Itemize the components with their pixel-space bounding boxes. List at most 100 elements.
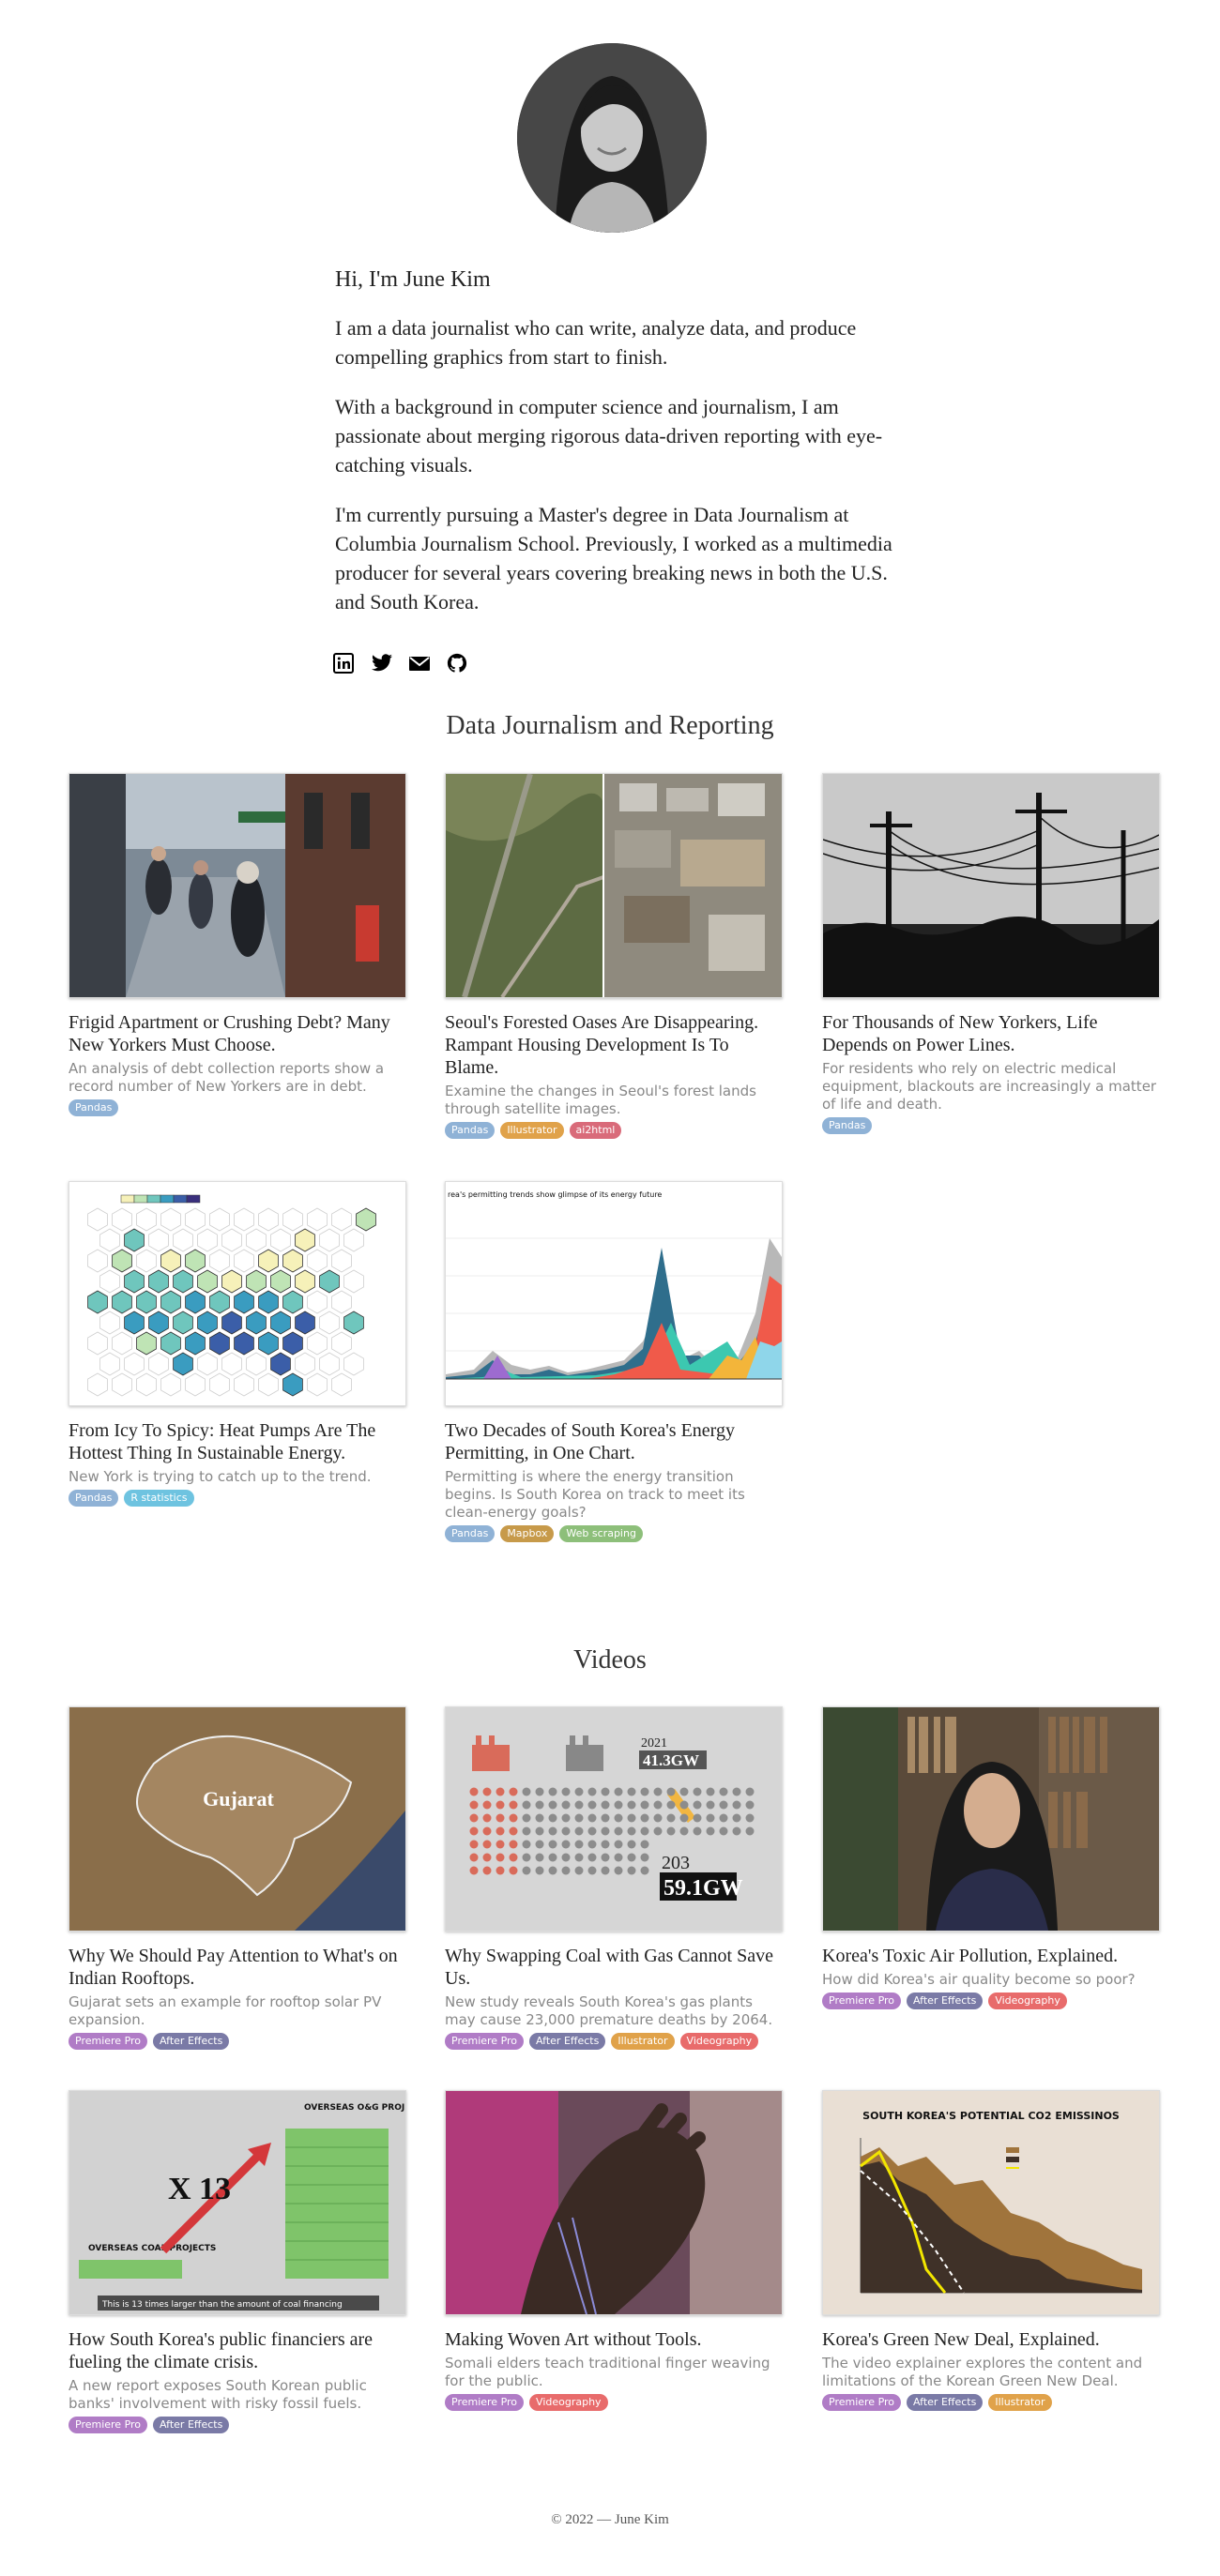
- dot-marker: [548, 1800, 557, 1810]
- video-description: Gujarat sets an example for rooftop sola…: [69, 1993, 382, 2028]
- dot-marker: [614, 1853, 623, 1862]
- dot-marker: [601, 1840, 610, 1849]
- dot-marker: [469, 1813, 479, 1823]
- video-card[interactable]: Making Woven Art without Tools. Somali e…: [445, 2090, 783, 2411]
- tag-list: Premiere Pro After Effects Videography: [822, 1993, 1160, 2009]
- dot-marker: [482, 1813, 492, 1823]
- project-title[interactable]: For Thousands of New Yorkers, Life Depen…: [822, 1011, 1160, 1056]
- video-title[interactable]: Korea's Toxic Air Pollution, Explained.: [822, 1945, 1160, 1967]
- video-title[interactable]: Making Woven Art without Tools.: [445, 2328, 783, 2351]
- video-thumbnail[interactable]: [822, 1706, 1160, 1932]
- dot-marker: [627, 1813, 636, 1823]
- video-title[interactable]: Why Swapping Coal with Gas Cannot Save U…: [445, 1945, 783, 1990]
- video-thumbnail[interactable]: Gujarat: [69, 1706, 406, 1932]
- dot-marker: [469, 1853, 479, 1862]
- linkedin-icon[interactable]: [333, 653, 356, 675]
- dot-marker: [509, 1826, 518, 1836]
- dot-marker: [561, 1813, 571, 1823]
- dot-marker: [679, 1826, 689, 1836]
- video-thumbnail[interactable]: OVERSEAS O&G PROJECTS OVERSEAS COAL PROJ…: [69, 2090, 406, 2315]
- project-title[interactable]: Two Decades of South Korea's Energy Perm…: [445, 1419, 783, 1464]
- dot-marker: [706, 1800, 715, 1810]
- project-thumbnail[interactable]: [69, 1181, 406, 1406]
- thumb-map-label: Gujarat: [203, 1787, 274, 1811]
- dot-marker: [640, 1787, 649, 1796]
- project-card[interactable]: rea's permitting trends show glimpse of …: [445, 1181, 783, 1542]
- video-card[interactable]: 2021 41.3GW 203 59.1GW Why Swapping Coal…: [445, 1706, 783, 2050]
- tag-badge: Premiere Pro: [822, 2394, 902, 2411]
- dot-marker: [627, 1826, 636, 1836]
- tag-badge: R statistics: [124, 1490, 194, 1507]
- video-title[interactable]: How South Korea's public financiers are …: [69, 2328, 406, 2373]
- project-card[interactable]: Frigid Apartment or Crushing Debt? Many …: [69, 773, 406, 1116]
- greeting: Hi, I'm June Kim: [335, 267, 491, 292]
- video-title[interactable]: Korea's Green New Deal, Explained.: [822, 2328, 1160, 2351]
- dot-marker: [745, 1826, 755, 1836]
- dot-marker: [693, 1826, 702, 1836]
- twitter-icon[interactable]: [371, 653, 393, 675]
- dot-marker: [614, 1800, 623, 1810]
- dot-marker: [627, 1787, 636, 1796]
- video-thumbnail[interactable]: SOUTH KOREA'S POTENTIAL CO2 EMISSINOS: [822, 2090, 1160, 2315]
- dot-marker: [522, 1813, 531, 1823]
- dot-marker: [482, 1840, 492, 1849]
- dot-marker: [496, 1826, 505, 1836]
- project-thumbnail[interactable]: [69, 773, 406, 998]
- tag-badge: After Effects: [529, 2033, 606, 2050]
- dot-marker: [509, 1800, 518, 1810]
- video-thumbnail[interactable]: 2021 41.3GW 203 59.1GW: [445, 1706, 783, 1932]
- dot-marker: [548, 1826, 557, 1836]
- video-thumbnail[interactable]: [445, 2090, 783, 2315]
- dot-marker: [509, 1853, 518, 1862]
- tag-list: Pandas: [822, 1117, 1160, 1134]
- project-title[interactable]: Frigid Apartment or Crushing Debt? Many …: [69, 1011, 406, 1056]
- dot-marker: [509, 1787, 518, 1796]
- project-thumbnail[interactable]: [822, 773, 1160, 998]
- video-card[interactable]: Gujarat Why We Should Pay Attention to W…: [69, 1706, 406, 2050]
- video-description: New study reveals South Korea's gas plan…: [445, 1993, 773, 2028]
- dot-marker: [640, 1826, 649, 1836]
- dot-marker: [693, 1813, 702, 1823]
- project-thumbnail[interactable]: rea's permitting trends show glimpse of …: [445, 1181, 783, 1406]
- dot-marker: [745, 1800, 755, 1810]
- project-description: An analysis of debt collection reports s…: [69, 1060, 385, 1095]
- dot-marker: [640, 1800, 649, 1810]
- video-card[interactable]: SOUTH KOREA'S POTENTIAL CO2 EMISSINOS Ko…: [822, 2090, 1160, 2411]
- github-icon[interactable]: [446, 653, 468, 675]
- intro-paragraph: With a background in computer science an…: [335, 395, 883, 477]
- dot-marker: [535, 1826, 544, 1836]
- dot-marker: [653, 1787, 663, 1796]
- project-thumbnail[interactable]: [445, 773, 783, 998]
- tag-badge: Premiere Pro: [445, 2033, 525, 2050]
- dot-marker: [548, 1813, 557, 1823]
- project-card[interactable]: From Icy To Spicy: Heat Pumps Are The Ho…: [69, 1181, 406, 1507]
- dot-marker: [496, 1866, 505, 1875]
- project-title[interactable]: From Icy To Spicy: Heat Pumps Are The Ho…: [69, 1419, 406, 1464]
- dot-marker: [653, 1826, 663, 1836]
- dot-marker: [679, 1800, 689, 1810]
- video-card[interactable]: Korea's Toxic Air Pollution, Explained. …: [822, 1706, 1160, 2009]
- tag-badge: Pandas: [69, 1099, 119, 1116]
- project-card[interactable]: For Thousands of New Yorkers, Life Depen…: [822, 773, 1160, 1134]
- dot-marker: [469, 1800, 479, 1810]
- video-card[interactable]: OVERSEAS O&G PROJECTS OVERSEAS COAL PROJ…: [69, 2090, 406, 2433]
- dot-marker: [614, 1813, 623, 1823]
- svg-text:rea's permitting trends show g: rea's permitting trends show glimpse of …: [448, 1190, 662, 1199]
- project-title[interactable]: Seoul's Forested Oases Are Disappearing.…: [445, 1011, 783, 1079]
- dot-marker: [627, 1840, 636, 1849]
- email-icon[interactable]: [408, 653, 431, 675]
- video-description: Somali elders teach traditional finger w…: [445, 2355, 770, 2389]
- dot-marker: [627, 1853, 636, 1862]
- dot-marker: [587, 1813, 597, 1823]
- video-title[interactable]: Why We Should Pay Attention to What's on…: [69, 1945, 406, 1990]
- dot-marker: [574, 1840, 584, 1849]
- project-card[interactable]: Seoul's Forested Oases Are Disappearing.…: [445, 773, 783, 1139]
- dot-marker: [482, 1826, 492, 1836]
- tag-list: Premiere Pro After Effects Illustrator Vide…: [445, 2033, 783, 2050]
- tag-badge: Premiere Pro: [69, 2033, 148, 2050]
- dot-marker: [745, 1813, 755, 1823]
- dot-marker: [693, 1787, 702, 1796]
- tag-list: Pandas R statistics: [69, 1490, 406, 1507]
- dot-marker: [732, 1787, 741, 1796]
- dot-marker: [522, 1787, 531, 1796]
